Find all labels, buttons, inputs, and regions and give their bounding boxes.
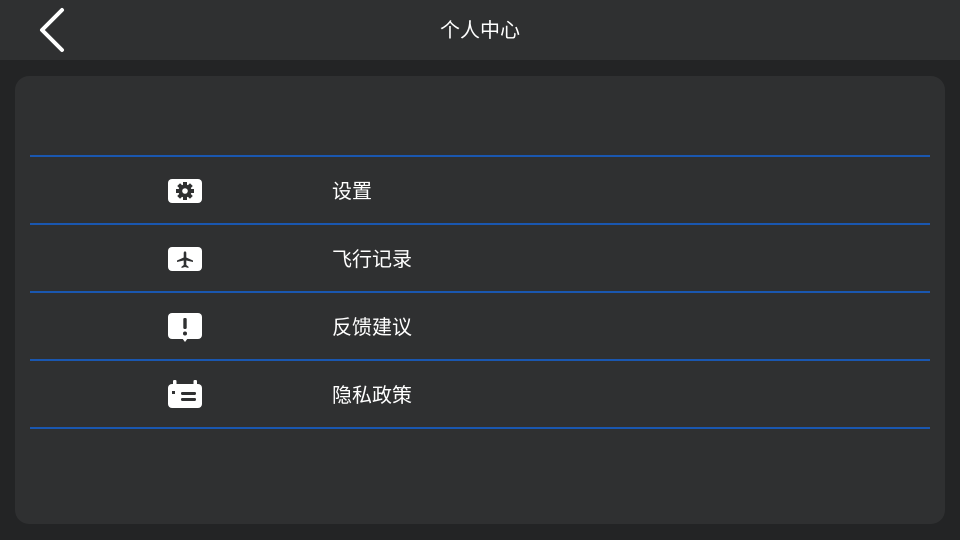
menu-label-flight-records: 飞行记录 <box>332 247 412 271</box>
menu-label-settings: 设置 <box>332 179 372 203</box>
airplane-icon <box>168 242 202 276</box>
menu-item-settings[interactable]: 设置 <box>30 155 930 223</box>
exclamation-icon <box>168 310 202 344</box>
menu-item-flight-records[interactable]: 飞行记录 <box>30 223 930 291</box>
menu-label-privacy-policy: 隐私政策 <box>332 383 412 407</box>
menu-label-feedback: 反馈建议 <box>332 315 412 339</box>
menu-list: 设置 飞行记录 反馈建议 隐私政策 <box>30 155 930 429</box>
menu-item-privacy-policy[interactable]: 隐私政策 <box>30 359 930 429</box>
top-bar: 个人中心 <box>0 0 960 60</box>
calendar-note-icon <box>168 378 202 412</box>
page-title: 个人中心 <box>440 18 520 42</box>
menu-item-feedback[interactable]: 反馈建议 <box>30 291 930 359</box>
gear-icon <box>168 174 202 208</box>
